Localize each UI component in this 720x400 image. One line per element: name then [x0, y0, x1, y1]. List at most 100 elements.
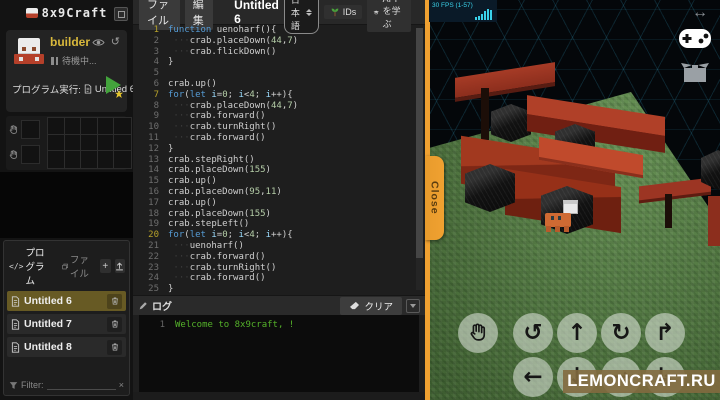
code-editor[interactable]: 1 function uenoharf(){2 ···crab.placeDown… [133, 25, 425, 295]
hand-slot-2[interactable] [8, 145, 40, 164]
game-viewport[interactable]: Close 30 FPS (1-57) ↔ ↺↑↻↱←↓→↳ LEMONCRAF… [425, 0, 720, 400]
sapling-icon [331, 8, 339, 17]
editor-topbar: ファイル 編集 Untitled 6 日本語 IDs APIを学ぶ [133, 0, 425, 34]
run-label: プログラム実行: [12, 85, 81, 96]
pause-icon [51, 56, 58, 65]
reset-icon[interactable]: ↺ [111, 35, 120, 48]
pencil-icon [139, 301, 147, 309]
control-left-button[interactable]: ← [513, 357, 553, 397]
close-panel-tab[interactable]: Close [425, 156, 444, 240]
code-line[interactable]: 13 crab.stepRight() [133, 155, 425, 166]
upload-program-button[interactable] [114, 259, 126, 273]
hand-slot-1[interactable] [8, 120, 40, 139]
robot-inventory [6, 116, 132, 170]
code-line[interactable]: 22 ···crab.forward() [133, 252, 425, 263]
code-line[interactable]: 20 for(let i=0; i<4; i++){ [133, 230, 425, 241]
delete-program-button[interactable] [107, 293, 122, 309]
ids-button[interactable]: IDs [323, 5, 363, 19]
eraser-icon [350, 301, 360, 310]
robot-name: builder [50, 35, 91, 49]
code-line[interactable]: 15 crab.up() [133, 176, 425, 187]
code-line[interactable]: 23 ···crab.turnRight() [133, 263, 425, 274]
code-line[interactable]: 16 crab.placeDown(95,11) [133, 187, 425, 198]
log-title: ログ [152, 302, 172, 313]
select-arrows-icon [305, 8, 312, 16]
robot-avatar [14, 38, 44, 64]
code-line[interactable]: 17 crab.up() [133, 198, 425, 209]
code-line[interactable]: 10 ···crab.turnRight() [133, 122, 425, 133]
control-turn-up-button[interactable]: ↱ [645, 313, 685, 353]
code-line[interactable]: 21 ···uenoharf() [133, 241, 425, 252]
program-name: Untitled 7 [24, 318, 72, 330]
code-line[interactable]: 6 crab.up() [133, 79, 425, 90]
inventory-grid[interactable] [47, 117, 132, 169]
add-program-button[interactable]: + [99, 259, 111, 273]
code-line[interactable]: 8 ···crab.placeDown(44,7) [133, 101, 425, 112]
code-line[interactable]: 4} [133, 57, 425, 68]
control-rotate-ccw-button[interactable]: ↺ [513, 313, 553, 353]
control-up-button[interactable]: ↑ [557, 313, 597, 353]
filter-input[interactable] [46, 379, 116, 390]
code-line[interactable]: 11 ···crab.forward() [133, 133, 425, 144]
gamepad-icon[interactable] [678, 28, 712, 49]
code-line[interactable]: 7 for(let i=0; i<4; i++){ [133, 90, 425, 101]
log-footer [133, 392, 425, 400]
filter-label: Filter: [21, 380, 44, 390]
sidebar: 8x9Craft builder ↺ 待機中... プログラム実行: Untit… [0, 0, 135, 400]
code-line[interactable]: 24 ···crab.forward() [133, 273, 425, 284]
code-line[interactable]: 19 crab.stepLeft() [133, 219, 425, 230]
code-icon: </> [9, 261, 24, 271]
watermark-banner: LEMONCRAFT.RU [563, 370, 720, 393]
copy-icon [61, 263, 68, 269]
open-box-icon[interactable] [680, 60, 710, 84]
collapse-log-button[interactable] [406, 298, 420, 313]
robot-card: builder ↺ 待機中... プログラム実行: Untitled 6 [6, 30, 135, 112]
code-line[interactable]: 1 function uenoharf(){ [133, 25, 425, 36]
app-logo: 8x9Craft [0, 0, 133, 26]
log-output: 1 Welcome to 8x9craft, ! [139, 315, 419, 392]
fence-pole [665, 194, 672, 228]
scrollbar-thumb[interactable] [416, 28, 423, 258]
program-list-item[interactable]: Untitled 8 [7, 337, 126, 357]
program-name: Untitled 8 [24, 341, 72, 353]
code-line[interactable]: 9 ···crab.forward() [133, 111, 425, 122]
code-line[interactable]: 18 crab.placeDown(155) [133, 209, 425, 220]
resize-icon[interactable]: ↔ [692, 4, 708, 22]
robot-status-text: 待機中... [62, 56, 97, 66]
crab-robot-body [545, 213, 571, 227]
eye-icon[interactable] [92, 38, 105, 47]
code-line[interactable]: 14 crab.placeDown(155) [133, 165, 425, 176]
robot-status: 待機中... [51, 54, 97, 67]
program-list-item[interactable]: Untitled 7 [7, 314, 126, 334]
delete-program-button[interactable] [107, 316, 122, 332]
tab-files[interactable]: ファイル [61, 252, 96, 280]
tab-programs[interactable]: </> プログラム [9, 245, 54, 287]
black-block [491, 104, 531, 142]
code-line[interactable]: 2 ···crab.placeDown(44,7) [133, 36, 425, 47]
code-line[interactable]: 5 [133, 68, 425, 79]
control-rotate-cw-button[interactable]: ↻ [601, 313, 641, 353]
black-block [465, 164, 515, 212]
program-list-item[interactable]: Untitled 6 [7, 291, 126, 311]
code-line[interactable]: 25} [133, 284, 425, 295]
program-name: Untitled 6 [24, 295, 72, 307]
document-title: Untitled 6 [234, 0, 279, 26]
code-line[interactable]: 12} [133, 144, 425, 155]
control-hand-button[interactable] [458, 313, 498, 353]
inventory-slot[interactable] [113, 150, 132, 169]
delete-program-button[interactable] [107, 339, 122, 355]
popout-button[interactable] [114, 7, 128, 21]
crab-robot-head [563, 200, 578, 214]
clear-log-button[interactable]: クリア [340, 296, 402, 315]
editor-scrollbar[interactable] [416, 28, 423, 290]
crab-logo-icon [25, 8, 38, 18]
code-line[interactable]: 3 ···crab.flickDown() [133, 47, 425, 58]
log-header: ログ クリア [133, 295, 425, 315]
programs-panel: </> プログラム ファイル + Untitled 6 Untitled 7 Unt… [3, 240, 130, 396]
filter-clear-icon[interactable]: × [119, 380, 124, 390]
document-icon [11, 318, 20, 330]
8x9craft-app: 8x9Craft builder ↺ 待機中... プログラム実行: Untit… [0, 0, 720, 400]
app-logo-text: 8x9Craft [41, 6, 108, 20]
document-icon [84, 84, 92, 94]
fps-counter: 30 FPS (1-57) [429, 0, 497, 22]
